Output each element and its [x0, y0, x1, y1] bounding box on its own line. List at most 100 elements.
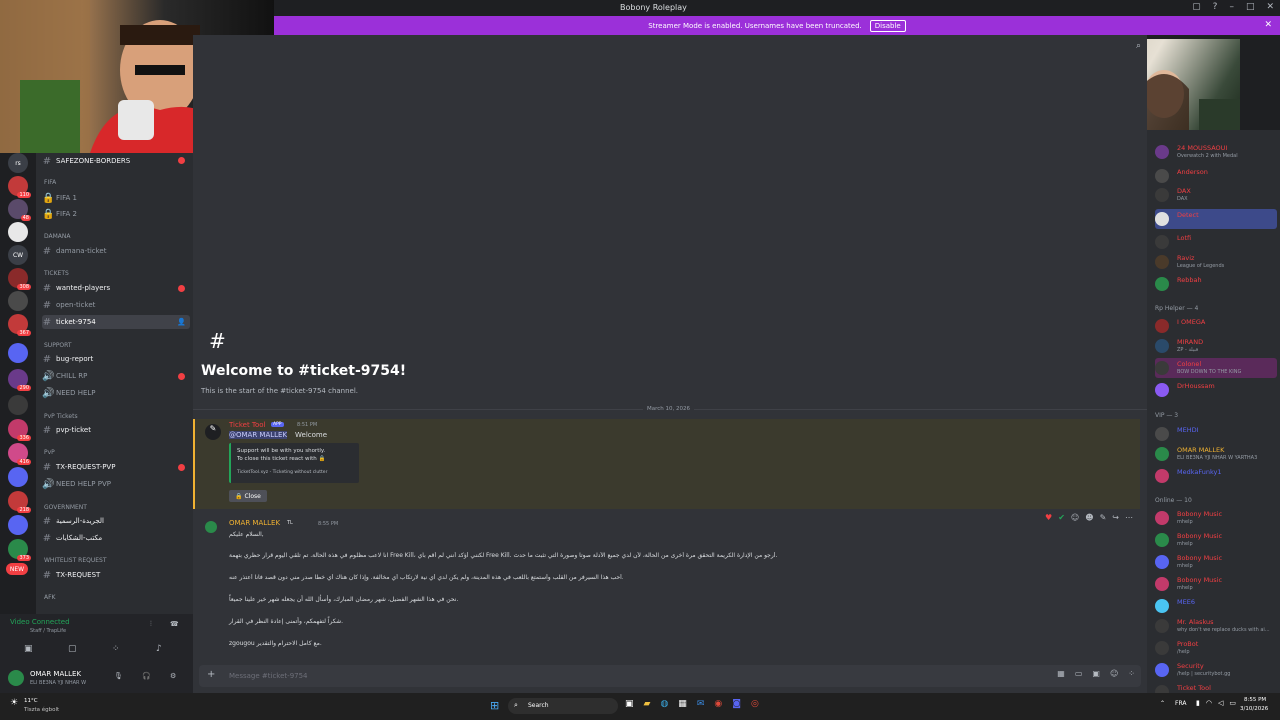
- channel-gov1[interactable]: # الجريدة-الرسمية: [42, 514, 190, 528]
- app-icon[interactable]: ◎: [751, 699, 759, 709]
- close-banner-icon[interactable]: ✕: [1264, 20, 1272, 30]
- check-reaction-icon[interactable]: ✔: [1058, 513, 1065, 522]
- headphones-icon[interactable]: 🎧: [142, 672, 151, 680]
- clock-time[interactable]: 8:55 PM: [1244, 697, 1266, 703]
- close-window-icon[interactable]: ✕: [1266, 2, 1274, 12]
- member-item[interactable]: DAX DAX: [1155, 185, 1277, 205]
- server-icon[interactable]: 367: [8, 314, 31, 336]
- channel-chill-rp[interactable]: 🔊 CHILL RP: [42, 369, 190, 383]
- channel-fifa2[interactable]: 🔒 FIFA 2: [42, 207, 190, 221]
- folder-icon[interactable]: [8, 515, 28, 535]
- settings-icon[interactable]: ⚙: [170, 672, 176, 680]
- channel-need-help[interactable]: 🔊 NEED HELP: [42, 386, 190, 400]
- disconnect-icon[interactable]: ☎: [170, 620, 179, 628]
- discord-icon[interactable]: ◙: [732, 699, 741, 709]
- screen-share-icon[interactable]: ▢: [68, 644, 77, 654]
- server-icon[interactable]: [8, 467, 28, 487]
- server-icon[interactable]: [8, 291, 28, 311]
- channel-bug-report[interactable]: # bug-report: [42, 352, 190, 366]
- sticker-icon[interactable]: ▣: [1092, 669, 1100, 678]
- emoji-reaction-icon[interactable]: ☺: [1071, 513, 1079, 522]
- member-item[interactable]: DrHoussam: [1155, 380, 1277, 400]
- gif-icon[interactable]: ▭: [1075, 669, 1083, 678]
- attach-icon[interactable]: +: [207, 669, 215, 680]
- member-item[interactable]: Bobony Music mhelp: [1155, 574, 1277, 594]
- volume-icon[interactable]: ◁: [1218, 699, 1223, 707]
- maximize-icon[interactable]: □: [1246, 2, 1255, 12]
- server-icon[interactable]: [8, 222, 28, 242]
- add-member-icon[interactable]: 👤: [177, 318, 186, 326]
- channel-safezone[interactable]: # SAFEZONE-BORDERS: [42, 154, 190, 168]
- mic-icon[interactable]: 🎙: [114, 672, 123, 680]
- channel-pvp-ticket[interactable]: # pvp-ticket: [42, 423, 190, 437]
- language-indicator[interactable]: FRA: [1175, 700, 1186, 707]
- tray-chevron-icon[interactable]: ⌃: [1160, 700, 1165, 707]
- battery-icon[interactable]: ▭: [1229, 699, 1236, 707]
- server-icon[interactable]: 416: [8, 443, 31, 465]
- search-box[interactable]: ⌕ Search: [508, 698, 618, 714]
- mail-icon[interactable]: ✉: [697, 699, 705, 709]
- server-icon[interactable]: 290: [8, 369, 31, 391]
- channel-wanted-players[interactable]: # wanted-players: [42, 281, 190, 295]
- member-item[interactable]: Anderson: [1155, 166, 1277, 186]
- network-icon[interactable]: ▮: [1196, 699, 1200, 707]
- channel-gov2[interactable]: # مكتب-الشكايات: [42, 531, 190, 545]
- member-item[interactable]: Rebbah: [1155, 274, 1277, 294]
- add-reaction-icon[interactable]: ☻: [1085, 513, 1093, 522]
- weather-icon[interactable]: ☀: [10, 698, 18, 708]
- category-tickets[interactable]: TICKETS: [44, 270, 69, 277]
- member-item[interactable]: MEHDI: [1155, 424, 1277, 444]
- server-icon[interactable]: 336: [8, 419, 31, 441]
- soundboard-icon[interactable]: ♪: [156, 644, 162, 654]
- member-item[interactable]: Colonel BOW DOWN TO THE KING: [1155, 358, 1277, 378]
- member-item[interactable]: Security/help | securitybot.gg: [1155, 660, 1277, 680]
- member-item[interactable]: MedkaFunky1: [1155, 466, 1277, 486]
- user-mention[interactable]: @OMAR MALLEK: [229, 431, 288, 439]
- category-pvp[interactable]: PvP: [44, 449, 55, 456]
- channel-need-help-pvp[interactable]: 🔊 NEED HELP PVP: [42, 477, 190, 491]
- inbox-icon[interactable]: ▢: [1192, 2, 1201, 12]
- member-item[interactable]: Bobony Music mhelp: [1155, 530, 1277, 550]
- help-icon[interactable]: ?: [1213, 2, 1218, 12]
- server-icon[interactable]: 48: [8, 199, 31, 221]
- category-fifa[interactable]: FIFA: [44, 179, 56, 186]
- gift-icon[interactable]: ▦: [1057, 669, 1065, 678]
- message-input-box[interactable]: + Message #ticket-9754 ▦ ▭ ▣ ☺ ⁘: [199, 665, 1141, 687]
- start-icon[interactable]: ⊞: [490, 699, 499, 712]
- member-item[interactable]: MIRAND ZP - قبيلة: [1155, 336, 1277, 356]
- edge-icon[interactable]: ◍: [660, 699, 668, 709]
- channel-tx-request[interactable]: # TX-REQUEST: [42, 568, 190, 582]
- server-icon[interactable]: [8, 395, 28, 415]
- server-icon[interactable]: 110: [8, 176, 31, 198]
- edit-icon[interactable]: ✎: [1100, 513, 1107, 522]
- channel-ticket-9754[interactable]: # ticket-9754 👤: [42, 315, 190, 329]
- member-item[interactable]: I OMEGA: [1155, 316, 1277, 336]
- server-icon[interactable]: rs: [8, 153, 28, 173]
- message-input[interactable]: Message #ticket-9754: [229, 672, 308, 680]
- avatar[interactable]: [8, 670, 24, 686]
- member-item[interactable]: OMAR MALLEK ELI BE3NA YJI NHAR W YARTHA3: [1155, 444, 1277, 464]
- category-government[interactable]: GOVERNMENT: [44, 504, 87, 511]
- member-item[interactable]: MEE6: [1155, 596, 1277, 616]
- reply-icon[interactable]: ↪: [1112, 513, 1119, 522]
- member-item[interactable]: Bobony Music mhelp: [1155, 508, 1277, 528]
- member-item[interactable]: Mr. Alaskus why don't we replace ducks wi…: [1155, 616, 1277, 636]
- channel-tx-request-pvp[interactable]: # TX-REQUEST-PVP: [42, 460, 190, 474]
- more-icon[interactable]: ⋯: [1125, 513, 1133, 522]
- folder-icon[interactable]: [8, 343, 28, 363]
- server-icon[interactable]: 373: [8, 539, 31, 561]
- avatar[interactable]: [205, 521, 217, 533]
- chrome-icon[interactable]: ◉: [714, 699, 722, 709]
- wifi-icon[interactable]: ◠: [1206, 699, 1212, 707]
- message-author[interactable]: OMAR MALLEK: [229, 519, 280, 527]
- close-ticket-button[interactable]: 🔒 Close: [229, 490, 267, 502]
- category-afk[interactable]: AFK: [44, 594, 56, 601]
- bot-name[interactable]: Ticket Tool: [229, 421, 266, 429]
- emoji-icon[interactable]: ☺: [1110, 669, 1118, 678]
- category-damana[interactable]: DAMANA: [44, 233, 71, 240]
- member-item[interactable]: Bobony Music mhelp: [1155, 552, 1277, 572]
- category-support[interactable]: SUPPORT: [44, 342, 72, 349]
- activity-icon[interactable]: ⁘: [112, 644, 120, 654]
- member-item[interactable]: Detect: [1155, 209, 1277, 229]
- member-item[interactable]: 24 MOUSSAOUI Overwatch 2 with Medal: [1155, 142, 1277, 162]
